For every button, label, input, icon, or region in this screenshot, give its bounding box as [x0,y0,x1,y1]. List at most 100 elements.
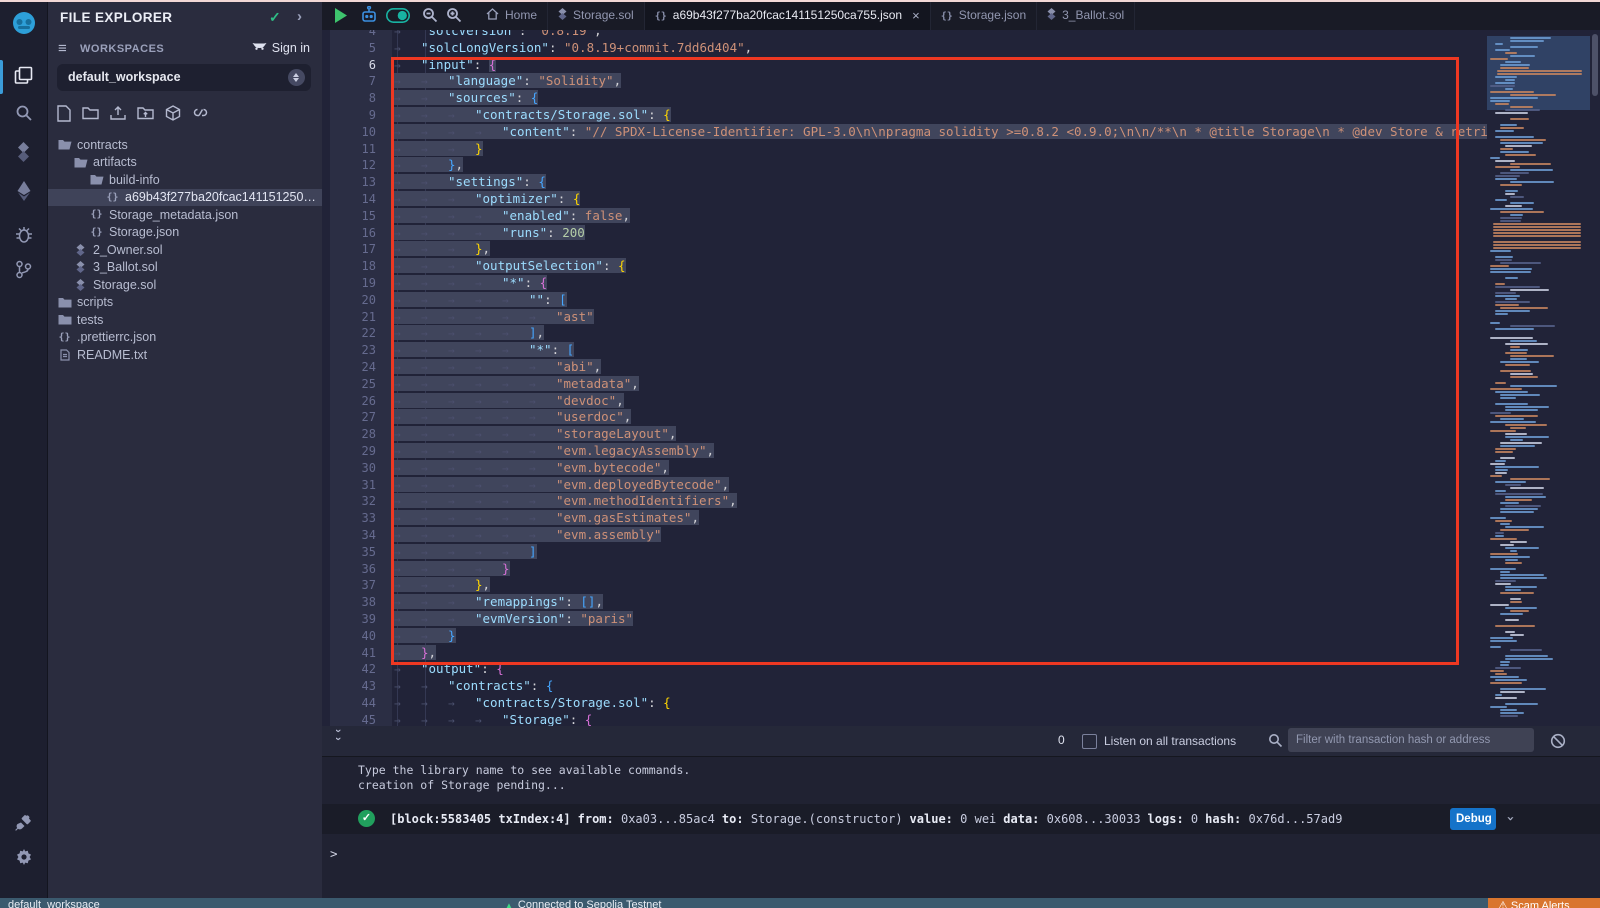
workspace-dropdown-caret-icon[interactable] [288,69,305,86]
expand-transaction-icon[interactable]: › [1502,815,1517,823]
tab-3-ballot-sol[interactable]: 3_Ballot.sol [1037,0,1135,30]
code-line-42: 42→"output": { [322,661,1487,678]
minimap-line [1495,292,1516,294]
minimap-line [1500,715,1518,717]
minimap-line [1510,598,1521,600]
tree-item-a69b43f277ba20fcac141151250ca7-[interactable]: {}a69b43f277ba20fcac141151250ca7... [47,189,322,207]
minimap-line [1505,88,1513,90]
minimap-line [1510,487,1544,489]
collapse-terminal-icon[interactable]: ›› [333,730,343,746]
tab-home[interactable]: Home [476,0,548,30]
minimap[interactable] [1487,30,1590,726]
code-line-26: 26→→→→→→"devdoc", [322,393,1487,410]
ipfs-box-icon[interactable] [165,105,181,121]
minimap-line [1490,538,1517,540]
minimap-line [1490,553,1518,555]
editor-scrollbar[interactable] [1592,34,1598,96]
code-editor[interactable]: 4→"solcVersion": "0.8.19",5→"solcLongVer… [322,30,1600,726]
workspace-dropdown[interactable]: default_workspace [57,64,311,91]
scam-alerts-badge[interactable]: ⚠ Scam Alerts [1488,898,1600,908]
main-area: HomeStorage.sol{}a69b43f277ba20fcac14115… [322,0,1600,898]
minimap-line [1510,106,1533,108]
minimap-line [1510,196,1524,198]
folder-open-icon [57,139,72,150]
minimap-line [1505,145,1532,147]
debug-button[interactable]: Debug [1450,808,1496,830]
tree-item-build-info[interactable]: build-info [47,171,322,189]
minimap-line [1510,118,1529,120]
minimap-line [1505,547,1539,549]
settings-gear-icon[interactable] [0,843,47,873]
tree-item-storage-json[interactable]: {}Storage.json [47,224,322,242]
minimap-line [1505,364,1530,366]
upload-folder-icon[interactable] [137,105,154,120]
upload-file-icon[interactable] [110,105,126,121]
git-icon[interactable] [0,254,47,284]
tree-item-2-owner-sol[interactable]: 2_Owner.sol [47,241,322,259]
minimap-line [1510,478,1550,480]
copilot-toggle[interactable] [386,5,410,25]
close-tab-icon[interactable]: × [912,8,920,23]
terminal-prompt[interactable]: > [330,846,338,861]
minimap-line [1495,469,1508,471]
link-icon[interactable] [192,105,209,120]
transaction-summary: [block:5583405 txIndex:4]from: 0xa03...8… [390,812,1349,826]
solidity-compiler-icon[interactable] [0,137,47,167]
zoom-out-icon[interactable] [422,5,438,25]
tree-item-3-ballot-sol[interactable]: 3_Ballot.sol [47,259,322,277]
transaction-row[interactable]: ✓ [block:5583405 txIndex:4]from: 0xa03..… [322,804,1600,834]
tab-storage-json[interactable]: {}Storage.json [931,0,1037,30]
pin-chevron-icon[interactable]: › [297,8,302,25]
sign-in-button[interactable]: Sign in [252,41,310,55]
tree-item--prettierrc-json[interactable]: {}.prettierrc.json [47,329,322,347]
tab-a69b43f277ba20fcac141151250ca755-json[interactable]: {}a69b43f277ba20fcac141151250ca755.json× [645,0,931,30]
minimap-line [1500,688,1546,690]
file-explorer-icon[interactable] [0,60,47,90]
minimap-line [1510,649,1542,651]
code-line-15: 15→→→→"enabled": false, [322,208,1487,225]
tree-item-scripts[interactable]: scripts [47,294,322,312]
zoom-in-icon[interactable] [446,5,462,25]
tree-item-readme-txt[interactable]: README.txt [47,346,322,364]
file-icon [57,349,72,361]
debugger-icon[interactable] [0,220,47,250]
minimap-line [1505,607,1537,609]
minimap-line [1500,127,1524,129]
minimap-line [1490,388,1522,390]
remix-logo-icon[interactable] [0,6,47,42]
tree-item-storage-sol[interactable]: Storage.sol [47,276,322,294]
json-icon: {} [89,209,104,220]
clear-console-icon[interactable] [1550,733,1566,754]
hamburger-menu-icon[interactable]: ≡ [58,40,67,57]
minimap-line [1495,532,1504,534]
json-icon: {} [89,227,104,238]
tree-item-contracts[interactable]: contracts [47,136,322,154]
minimap-line [1500,442,1542,444]
plugin-manager-icon[interactable] [0,808,47,838]
code-line-4: 4→"solcVersion": "0.8.19", [322,30,1487,40]
solidity-icon [73,261,88,273]
minimap-line [1493,223,1581,225]
code-line-20: 20→→→→→"": [ [322,292,1487,309]
file-explorer-panel: FILE EXPLORER ✓ › ≡ WORKSPACES Sign in d… [47,0,322,898]
code-line-14: 14→→→"optimizer": { [322,191,1487,208]
code-area[interactable]: 4→"solcVersion": "0.8.19",5→"solcLongVer… [322,30,1487,726]
tab-storage-sol[interactable]: Storage.sol [548,0,645,30]
minimap-line [1490,463,1505,465]
run-script-icon[interactable] [334,5,347,25]
new-folder-icon[interactable] [82,105,99,120]
minimap-line [1500,691,1525,693]
deploy-run-icon[interactable] [0,176,47,206]
minimap-line [1495,583,1511,585]
minimap-line [1510,181,1554,183]
tree-item-artifacts[interactable]: artifacts [47,154,322,172]
transaction-filter-input[interactable] [1288,728,1534,752]
remixai-robot-icon[interactable] [360,5,378,25]
search-icon[interactable] [0,98,47,128]
listen-all-transactions-checkbox[interactable] [1082,734,1097,749]
tree-item-tests[interactable]: tests [47,311,322,329]
tree-item-storage-metadata-json[interactable]: {}Storage_metadata.json [47,206,322,224]
minimap-line [1500,151,1529,153]
minimap-line [1510,94,1556,96]
new-file-icon[interactable] [57,105,71,122]
